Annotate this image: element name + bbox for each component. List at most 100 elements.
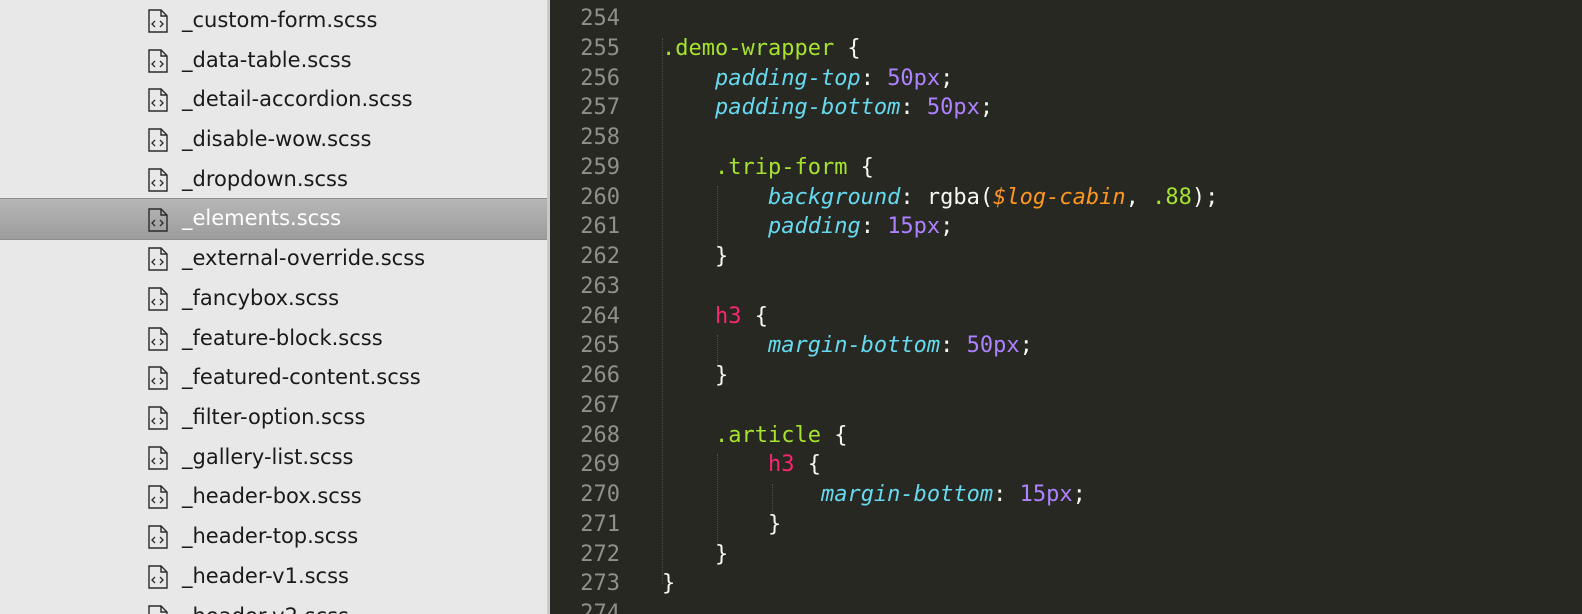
sidebar-file-item[interactable]: _external-override.scss [0,241,547,275]
code-line[interactable]: 259 .trip-form { [550,153,1582,183]
sidebar-file-item[interactable]: _header-box.scss [0,479,547,513]
scss-file-icon [148,445,168,470]
line-number: 260 [580,184,620,210]
code-line[interactable]: 256 padding-top: 50px; [550,64,1582,94]
sidebar-file-item[interactable]: _dropdown.scss [0,162,547,196]
code-line[interactable]: 261 padding: 15px; [550,212,1582,242]
code-line[interactable]: 254 [550,4,1582,34]
line-number: 266 [580,363,620,388]
code-token: .88 [1152,184,1192,210]
code-line[interactable]: 264 h3 { [550,302,1582,332]
sidebar-file-label: _custom-form.scss [182,8,378,32]
sidebar-file-item[interactable]: _gallery-list.scss [0,440,547,474]
scss-file-icon [148,604,168,614]
line-code: } [662,242,728,272]
line-number: 256 [580,65,620,91]
line-code: .article { [662,421,847,451]
line-number: 254 [580,6,620,31]
code-line[interactable]: 258 [550,123,1582,153]
sidebar-file-item[interactable]: _disable-wow.scss [0,122,547,156]
code-line[interactable]: 273} [550,569,1582,599]
sidebar-file-item[interactable]: _fancybox.scss [0,281,547,315]
scss-file-icon [148,168,168,192]
sidebar-file-item[interactable]: _header-v2.scss [0,599,547,614]
code-token: margin-bottom [820,482,994,507]
code-token: } [662,244,729,269]
sidebar-file-label: _fancybox.scss [182,285,340,310]
code-line[interactable]: 268 .article { [550,421,1582,451]
sidebar-file-item[interactable]: _filter-option.scss [0,400,547,434]
code-line[interactable]: 266 } [550,361,1582,391]
code-token: } [662,511,782,537]
code-line[interactable]: 272 } [550,540,1582,570]
scss-file-icon [148,366,168,390]
code-line[interactable]: 257 padding-bottom: 50px; [550,93,1582,123]
code-token: 15px [1019,482,1073,507]
sidebar-file-item[interactable]: _detail-accordion.scss [0,82,547,116]
scss-file-icon [148,565,168,589]
code-line[interactable]: 269 h3 { [550,450,1582,480]
code-line[interactable]: 267 [550,391,1582,421]
line-code: } [662,540,728,570]
sidebar-file-label: _external-override.scss [182,246,426,271]
code-token: : [860,65,888,91]
file-sidebar[interactable]: _custom-form.scss _data-table.scss _detail… [0,0,547,614]
line-number: 258 [580,125,620,150]
code-token: } [662,571,676,597]
code-editor-window: _custom-form.scss _data-table.scss _detail… [0,0,1582,614]
scss-file-icon [148,208,168,232]
code-line[interactable]: 271 } [550,510,1582,540]
code-line[interactable]: 255 .demo-wrapper { [550,34,1582,64]
code-line[interactable]: 263 [550,272,1582,302]
line-code: padding: 15px; [662,212,953,242]
line-number: 274 [580,601,620,614]
sidebar-file-item[interactable]: _data-table.scss [0,43,547,77]
code-token: ); [1191,184,1219,210]
line-number: 270 [580,482,620,507]
code-token: ; [940,65,954,91]
code-line[interactable]: 274 [550,599,1582,614]
line-code: margin-bottom: 50px; [662,331,1033,361]
sidebar-file-label: _header-top.scss [182,524,359,549]
code-token: ; [1072,482,1086,507]
code-token: ; [979,95,994,121]
code-token: { [741,303,768,329]
code-editor[interactable]: 254 255 .demo-wrapper {256 padding-top: 50… [550,0,1582,614]
line-number: 255 [580,35,620,61]
sidebar-file-item[interactable]: _custom-form.scss [0,3,547,37]
sidebar-file-item[interactable]: _featured-content.scss [0,360,547,394]
sidebar-file-item[interactable]: _elements.scss [0,198,547,240]
code-line[interactable]: 262 } [550,242,1582,272]
code-token: , [1125,184,1153,210]
code-token: padding-bottom [714,95,901,121]
line-number: 265 [580,333,620,359]
scss-file-icon [148,128,168,152]
code-token: : [940,333,967,359]
code-line[interactable]: 260 background: rgba($log-cabin, .88); [550,183,1582,213]
sidebar-file-item[interactable]: _header-top.scss [0,519,547,553]
sidebar-file-item[interactable]: _feature-block.scss [0,321,547,355]
line-number: 267 [580,392,620,418]
code-token: ; [1019,333,1033,359]
code-token: padding [767,214,861,240]
code-token: padding-top [714,65,861,91]
sidebar-file-label: _gallery-list.scss [182,444,354,469]
code-token: { [794,452,821,478]
line-number: 263 [580,273,620,299]
sidebar-file-label: _header-box.scss [182,484,362,509]
scss-file-icon [148,326,168,351]
code-line[interactable]: 270 margin-bottom: 15px; [550,480,1582,510]
sidebar-file-item[interactable]: _header-v1.scss [0,559,547,593]
line-number: 273 [580,571,620,597]
code-token: h3 [714,303,742,329]
sidebar-file-label: _disable-wow.scss [182,127,372,152]
code-token: { [834,35,861,61]
line-code: h3 { [662,450,821,480]
scss-file-icon [148,247,168,271]
line-code: } [662,361,728,391]
code-line[interactable]: 265 margin-bottom: 50px; [550,331,1582,361]
